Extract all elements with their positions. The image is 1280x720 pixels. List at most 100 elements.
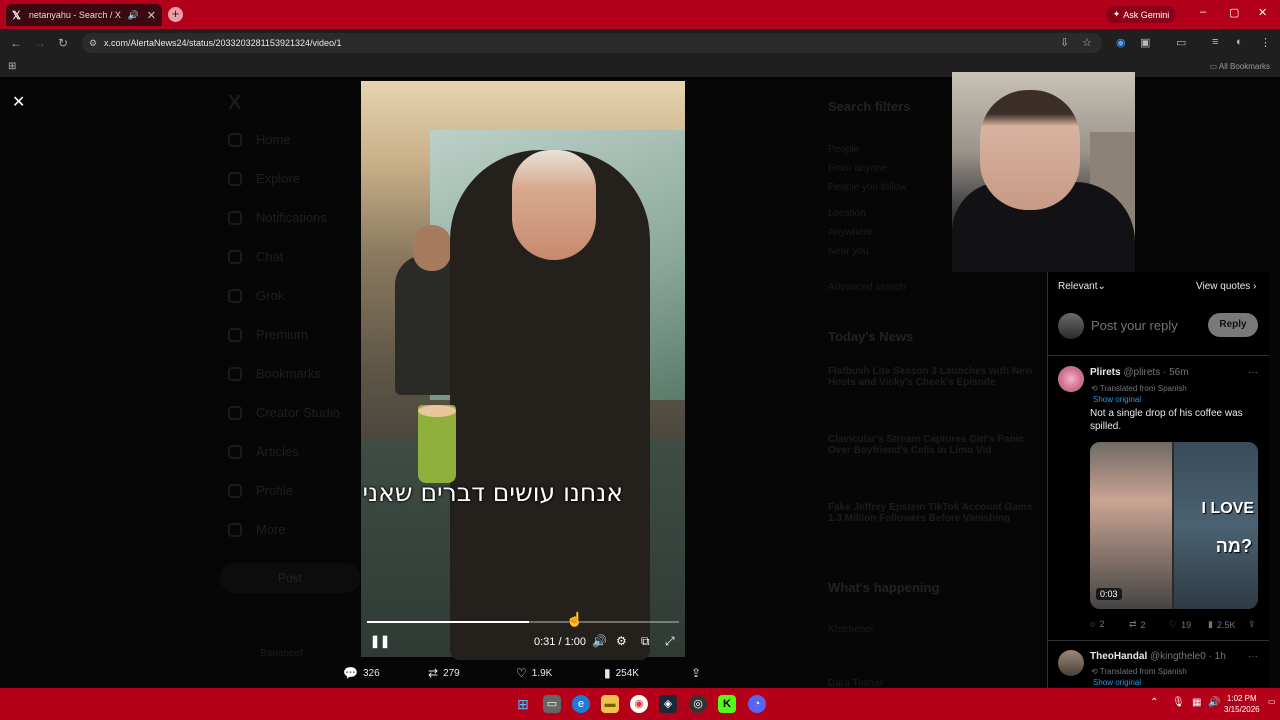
speaker-icon[interactable]: 🔊	[128, 10, 139, 21]
url-bar[interactable]: ⚙ x.com/AlertaNews24/status/203320328115…	[82, 33, 1102, 53]
sidebar-item-grok[interactable]: Grok	[228, 288, 284, 303]
sidebar-item-bookmarks[interactable]: Bookmarks	[228, 366, 321, 381]
tray-chevron-icon[interactable]: ⌃	[1150, 697, 1158, 708]
folder-icon: ▭	[1209, 62, 1219, 71]
news-item[interactable]: Clavicular's Stream Captures Girl's Pani…	[828, 434, 1038, 456]
show-original-link[interactable]: Show original	[1093, 678, 1141, 687]
pause-icon[interactable]: ❚❚	[370, 634, 390, 648]
sidebar-item-notifications[interactable]: Notifications	[228, 210, 327, 225]
task-view-icon[interactable]: ▭	[543, 695, 561, 713]
profile-icon[interactable]: ◐	[1236, 36, 1243, 48]
like-action[interactable]: ♡ 1.9K	[516, 666, 552, 680]
settings-icon[interactable]: ⚙	[616, 634, 627, 648]
video-person-head	[512, 150, 596, 260]
sort-dropdown[interactable]: Relevant⌄	[1058, 281, 1106, 292]
post-button[interactable]: Post	[220, 563, 360, 593]
close-window-button[interactable]: ✕	[1258, 6, 1267, 19]
display-name: TheoHandal	[1090, 651, 1148, 662]
notification-icon[interactable]: ▭	[1268, 697, 1276, 706]
sidebar-label: Bookmarks	[256, 366, 322, 381]
repost-action[interactable]: ⇄ 279	[428, 666, 460, 680]
tweet-author[interactable]: Plirets @plirets · 56m	[1090, 367, 1189, 378]
chrome-icon[interactable]: ◉	[630, 695, 648, 713]
tab-close-icon[interactable]: ✕	[147, 9, 156, 22]
show-original-link[interactable]: Show original	[1093, 395, 1141, 404]
ask-gemini-button[interactable]: ✦ Ask Gemini	[1106, 6, 1176, 23]
view-quotes-link[interactable]: View quotes ›	[1196, 281, 1256, 292]
sidebar-item-chat[interactable]: Chat	[228, 249, 283, 264]
people-option-follow[interactable]: People you follow	[828, 182, 906, 193]
reply-action[interactable]: 💬 326	[343, 666, 380, 680]
sidebar-item-premium[interactable]: Premium	[228, 327, 308, 342]
restore-button[interactable]: ▢	[1229, 6, 1239, 19]
puzzle-icon[interactable]: ▣	[1140, 36, 1150, 49]
globe-icon: ⟲	[1091, 384, 1100, 393]
sidebar-item-explore[interactable]: Explore	[228, 171, 300, 186]
sidebar-item-articles[interactable]: Articles	[228, 444, 299, 459]
more-options-icon[interactable]: ···	[1248, 367, 1258, 378]
reply-input[interactable]: Post your reply	[1091, 318, 1178, 333]
location-option-anywhere[interactable]: Anywhere	[828, 227, 872, 238]
wifi-icon[interactable]: ▦	[1192, 697, 1201, 708]
avatar[interactable]	[1058, 650, 1084, 676]
more-options-icon[interactable]: ···	[1248, 651, 1258, 662]
pip-icon[interactable]: ⧉	[641, 634, 650, 649]
tweet-author[interactable]: TheoHandal @kingthele0 · 1h	[1090, 651, 1226, 662]
all-bookmarks[interactable]: ▭ All Bookmarks	[1210, 62, 1270, 71]
avatar[interactable]	[1058, 313, 1084, 339]
advanced-search-link[interactable]: Advanced search	[828, 282, 905, 293]
video-progress-bar[interactable]	[367, 621, 679, 623]
tweet-like-action[interactable]: ♡ 19	[1169, 619, 1191, 630]
trend-item[interactable]: Khamenei	[828, 624, 873, 635]
new-tab-button[interactable]: +	[168, 7, 183, 22]
share-action[interactable]: ⇪	[691, 666, 701, 680]
back-icon[interactable]: ←	[10, 36, 22, 50]
windows-start-icon[interactable]: ⊞	[514, 695, 532, 713]
install-icon[interactable]: ⇩	[1060, 36, 1069, 49]
people-option-anyone[interactable]: From anyone	[828, 163, 887, 174]
site-info-icon[interactable]: ⚙	[89, 33, 97, 53]
comment-icon: ○	[1090, 619, 1096, 629]
volume-tray-icon[interactable]: 🔊	[1208, 697, 1220, 708]
kebab-menu-icon[interactable]: ⋮	[1260, 36, 1271, 49]
views-action[interactable]: ▮ 254K	[604, 666, 639, 680]
all-bookmarks-label: All Bookmarks	[1218, 62, 1270, 71]
fullscreen-icon[interactable]: ⤢	[665, 634, 675, 649]
sidebar-item-creator-studio[interactable]: Creator Studio	[228, 405, 340, 420]
cast-icon[interactable]: ▭	[1176, 36, 1186, 49]
close-media-icon[interactable]: ✕	[12, 92, 25, 112]
location-option-near[interactable]: Near you	[828, 246, 869, 257]
system-clock[interactable]: 1:02 PM 3/15/2026	[1224, 693, 1260, 715]
account-name[interactable]: Bananeef	[260, 648, 303, 659]
tweet-reply-action[interactable]: ○ 2	[1090, 619, 1104, 629]
kick-icon[interactable]: K	[718, 695, 736, 713]
volume-icon[interactable]: 🔊	[592, 634, 607, 648]
news-item[interactable]: Flatbush Lite Season 3 Launches with New…	[828, 366, 1038, 388]
file-explorer-icon[interactable]: ▬	[601, 695, 619, 713]
avatar[interactable]	[1058, 366, 1084, 392]
obs-icon[interactable]: ◎	[689, 695, 707, 713]
tweet-repost-action[interactable]: ⇄ 2	[1129, 619, 1146, 630]
browser-tab[interactable]: 𝕏 netanyahu - Search / X 🔊 ✕	[6, 4, 162, 26]
sidebar-item-more[interactable]: More	[228, 522, 286, 537]
reload-icon[interactable]: ↻	[58, 36, 68, 50]
steam-icon[interactable]: ◈	[659, 695, 677, 713]
tweet-media[interactable]: I LOVE ?מה 0:03	[1090, 442, 1258, 609]
menu-lines-icon[interactable]: ≡	[1212, 36, 1218, 48]
discord-icon[interactable]: ◔	[748, 695, 766, 713]
tweet-share-action[interactable]: ⇪	[1248, 619, 1256, 630]
extension-icon[interactable]: ◉	[1116, 36, 1126, 49]
sidebar-item-profile[interactable]: Profile	[228, 483, 293, 498]
microphone-icon[interactable]: 🎙	[1172, 697, 1185, 708]
minimize-button[interactable]: –	[1200, 6, 1206, 18]
heart-icon: ♡	[516, 666, 527, 680]
forward-icon[interactable]: →	[34, 36, 46, 50]
sidebar-item-home[interactable]: Home	[228, 132, 291, 147]
star-icon[interactable]: ☆	[1082, 36, 1092, 49]
edge-icon[interactable]: e	[572, 695, 590, 713]
reply-button[interactable]: Reply	[1208, 313, 1258, 337]
apps-grid-icon[interactable]: ⊞	[8, 61, 16, 72]
tweet-views-action[interactable]: ▮ 2.5K	[1208, 619, 1235, 630]
sidebar-label: Articles	[256, 444, 299, 459]
news-item[interactable]: Fake Jeffrey Epstein TikTok Account Gain…	[828, 502, 1038, 524]
